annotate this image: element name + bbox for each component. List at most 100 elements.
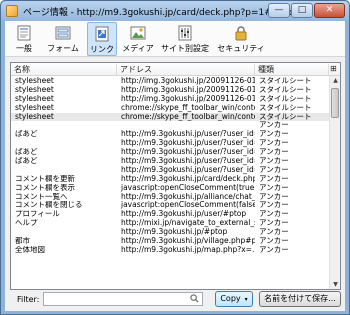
table-row[interactable]: ばあど http://m9.3gokushi.jp/user/?user_id= ア… — [11, 130, 329, 139]
table-row[interactable]: stylesheet chrome://skype_ff_toolbar_win/… — [11, 112, 329, 122]
scroll-down-icon[interactable]: ▼ — [330, 280, 340, 289]
cell-type: スタイルシート — [259, 85, 312, 94]
scroll-up-icon[interactable]: ▲ — [330, 76, 340, 86]
cell-name: 全体地図 — [15, 245, 45, 254]
table-row[interactable]: ヘルプ http://mixi.jp/navigate_to_external_s… — [11, 219, 329, 228]
cell-address: http://m9.3gokushi.jp/user/?user_id= — [121, 157, 255, 166]
links-list[interactable]: 名称 アドレス 種類 ⊞ stylesheet http://img.3gokus… — [10, 62, 341, 290]
tab-media[interactable]: メディア — [121, 22, 155, 56]
table-row[interactable]: stylesheet http://img.3gokushi.jp/2009112… — [11, 77, 329, 86]
cell-type: アンカー — [259, 201, 289, 210]
table-row[interactable]: コメント欄を閉じる javascript:openCloseComment(fal… — [11, 201, 329, 210]
cell-type: スタイルシート — [259, 94, 312, 103]
column-header-address[interactable]: アドレス — [117, 64, 255, 75]
cell-name: stylesheet — [15, 77, 54, 85]
security-icon — [235, 26, 247, 41]
vertical-scrollbar[interactable]: ▲ ▼ — [329, 76, 340, 289]
scroll-thumb[interactable] — [331, 88, 339, 118]
list-header: 名称 アドレス 種類 ⊞ — [11, 63, 340, 76]
close-button[interactable]: ✕ — [314, 3, 345, 18]
tab-toolbar: 一般 フォーム リンク メディア サイト別設定 セキュリティ — [5, 21, 345, 57]
tab-general[interactable]: 一般 — [9, 22, 39, 56]
tab-site-settings-label: サイト別設定 — [161, 44, 209, 53]
cell-type: アンカー — [259, 121, 289, 130]
cell-type: アンカー — [259, 174, 289, 183]
dialog-body: 一般 フォーム リンク メディア サイト別設定 セキュリティ 名称 アドレス 種… — [5, 21, 345, 311]
table-row[interactable]: stylesheet http://img.3gokushi.jp/2009112… — [11, 86, 329, 95]
tab-site-settings[interactable]: サイト別設定 — [158, 22, 212, 56]
cell-type: アンカー — [259, 228, 289, 237]
cell-address: http://m9.3gokushi.jp/alliance/chat_view… — [121, 192, 255, 201]
link-icon — [95, 26, 109, 42]
cell-address: http://img.3gokushi.jp/20091126-01/js/ui… — [121, 77, 255, 85]
cell-address: http://m9.3gokushi.jp/card/deck.php?p=1# — [121, 174, 255, 183]
cell-name: ばあど — [15, 157, 38, 166]
table-row[interactable]: アンカー — [11, 121, 329, 130]
table-row[interactable]: http://m9.3gokushi.jp/user/?user_id= アンカー — [11, 166, 329, 175]
tab-links[interactable]: リンク — [87, 22, 117, 56]
cell-name: ばあど — [15, 130, 38, 139]
tab-security[interactable]: セキュリティ — [216, 22, 266, 56]
minimize-button[interactable]: — — [268, 3, 290, 18]
cell-type: アンカー — [259, 165, 289, 174]
cell-address: http://m9.3gokushi.jp/user/?user_id= — [121, 139, 255, 148]
copy-button[interactable]: Copy ▾ — [215, 291, 253, 307]
table-row[interactable]: stylesheet chrome://skype_ff_toolbar_win/… — [11, 104, 329, 113]
tab-form[interactable]: フォーム — [43, 22, 83, 56]
chevron-down-icon: ▾ — [244, 296, 248, 303]
table-row[interactable]: コメント欄を表示 javascript:openCloseComment(true… — [11, 184, 329, 193]
cell-name: コメント一覧へ — [15, 192, 68, 201]
cell-type: スタイルシート — [259, 103, 312, 112]
table-row[interactable]: プロフィール http://m9.3gokushi.jp/user/#ptop アン… — [11, 210, 329, 219]
cell-type: アンカー — [259, 245, 289, 254]
cell-address: javascript:openCloseComment(true); — [121, 183, 255, 192]
copy-button-label: Copy — [220, 294, 241, 303]
column-picker-icon[interactable]: ⊞ — [329, 64, 340, 75]
table-row[interactable]: コメント欄を更新 http://m9.3gokushi.jp/card/deck.… — [11, 175, 329, 184]
form-icon — [55, 26, 71, 40]
cell-type: アンカー — [259, 210, 289, 219]
window-title: ページ情報 - http://m9.3gokushi.jp/card/deck.… — [23, 8, 293, 18]
cell-address: chrome://skype_ff_toolbar_win/content/in… — [121, 103, 255, 112]
table-row[interactable]: 都市 http://m9.3gokushi.jp/village.php#ptop… — [11, 237, 329, 246]
cell-address: javascript:openCloseComment(false); — [121, 201, 255, 210]
filter-input[interactable] — [43, 292, 203, 306]
cell-address: http://m9.3gokushi.jp/user/?user_id= — [121, 148, 255, 157]
table-row[interactable]: 全体地図 http://m9.3gokushi.jp/map.php?x=... ア… — [11, 246, 329, 255]
cell-type: アンカー — [259, 139, 289, 148]
cell-address: http://img.3gokushi.jp/20091126-01/js/th… — [121, 85, 255, 94]
table-row[interactable]: ばあど http://m9.3gokushi.jp/user/?user_id= ア… — [11, 148, 329, 157]
table-row[interactable]: stylesheet http://img.3gokushi.jp/2009112… — [11, 95, 329, 104]
site-settings-icon — [178, 25, 192, 41]
table-row[interactable]: http://m9.3gokushi.jp/user/?user_id= アンカー — [11, 139, 329, 148]
cell-name: コメント欄を閉じる — [15, 201, 83, 210]
tab-general-label: 一般 — [16, 44, 32, 53]
general-icon — [17, 25, 31, 41]
cell-name: ばあど — [15, 148, 38, 157]
page-info-icon — [6, 5, 18, 17]
media-icon — [130, 26, 146, 40]
cell-type: アンカー — [259, 192, 289, 201]
cell-type: アンカー — [259, 237, 289, 246]
cell-name: stylesheet — [15, 103, 54, 112]
table-row[interactable]: ばあど http://m9.3gokushi.jp/user/?user_id= ア… — [11, 157, 329, 166]
column-header-name[interactable]: 名称 — [11, 64, 117, 75]
cell-type: アンカー — [259, 183, 289, 192]
filter-label: Filter: — [17, 295, 40, 304]
maximize-button[interactable]: □ — [291, 3, 313, 18]
cell-address: chrome://skype_ff_toolbar_win/content/sk… — [121, 112, 255, 121]
search-icon[interactable] — [190, 294, 199, 303]
cell-name: ヘルプ — [15, 219, 38, 228]
cell-name: stylesheet — [15, 112, 54, 121]
cell-address: http://img.3gokushi.jp/20091126-01/css/i… — [121, 94, 255, 103]
cell-address: http://m9.3gokushi.jp/user/#ptop — [121, 210, 247, 219]
table-row[interactable]: http://m9.3gokushi.jp/#ptop アンカー — [11, 228, 329, 237]
cell-type: スタイルシート — [259, 77, 312, 85]
list-rows: stylesheet http://img.3gokushi.jp/2009112… — [11, 77, 329, 255]
title-bar[interactable]: ページ情報 - http://m9.3gokushi.jp/card/deck.… — [1, 1, 349, 21]
cell-address: http://m9.3gokushi.jp/user/?user_id= — [121, 130, 255, 139]
cell-address: http://mixi.jp/navigate_to_external_site… — [121, 219, 255, 228]
column-header-type[interactable]: 種類 — [255, 64, 329, 75]
save-as-button[interactable]: 名前を付けて保存... — [259, 291, 341, 307]
table-row[interactable]: コメント一覧へ http://m9.3gokushi.jp/alliance/ch… — [11, 193, 329, 202]
